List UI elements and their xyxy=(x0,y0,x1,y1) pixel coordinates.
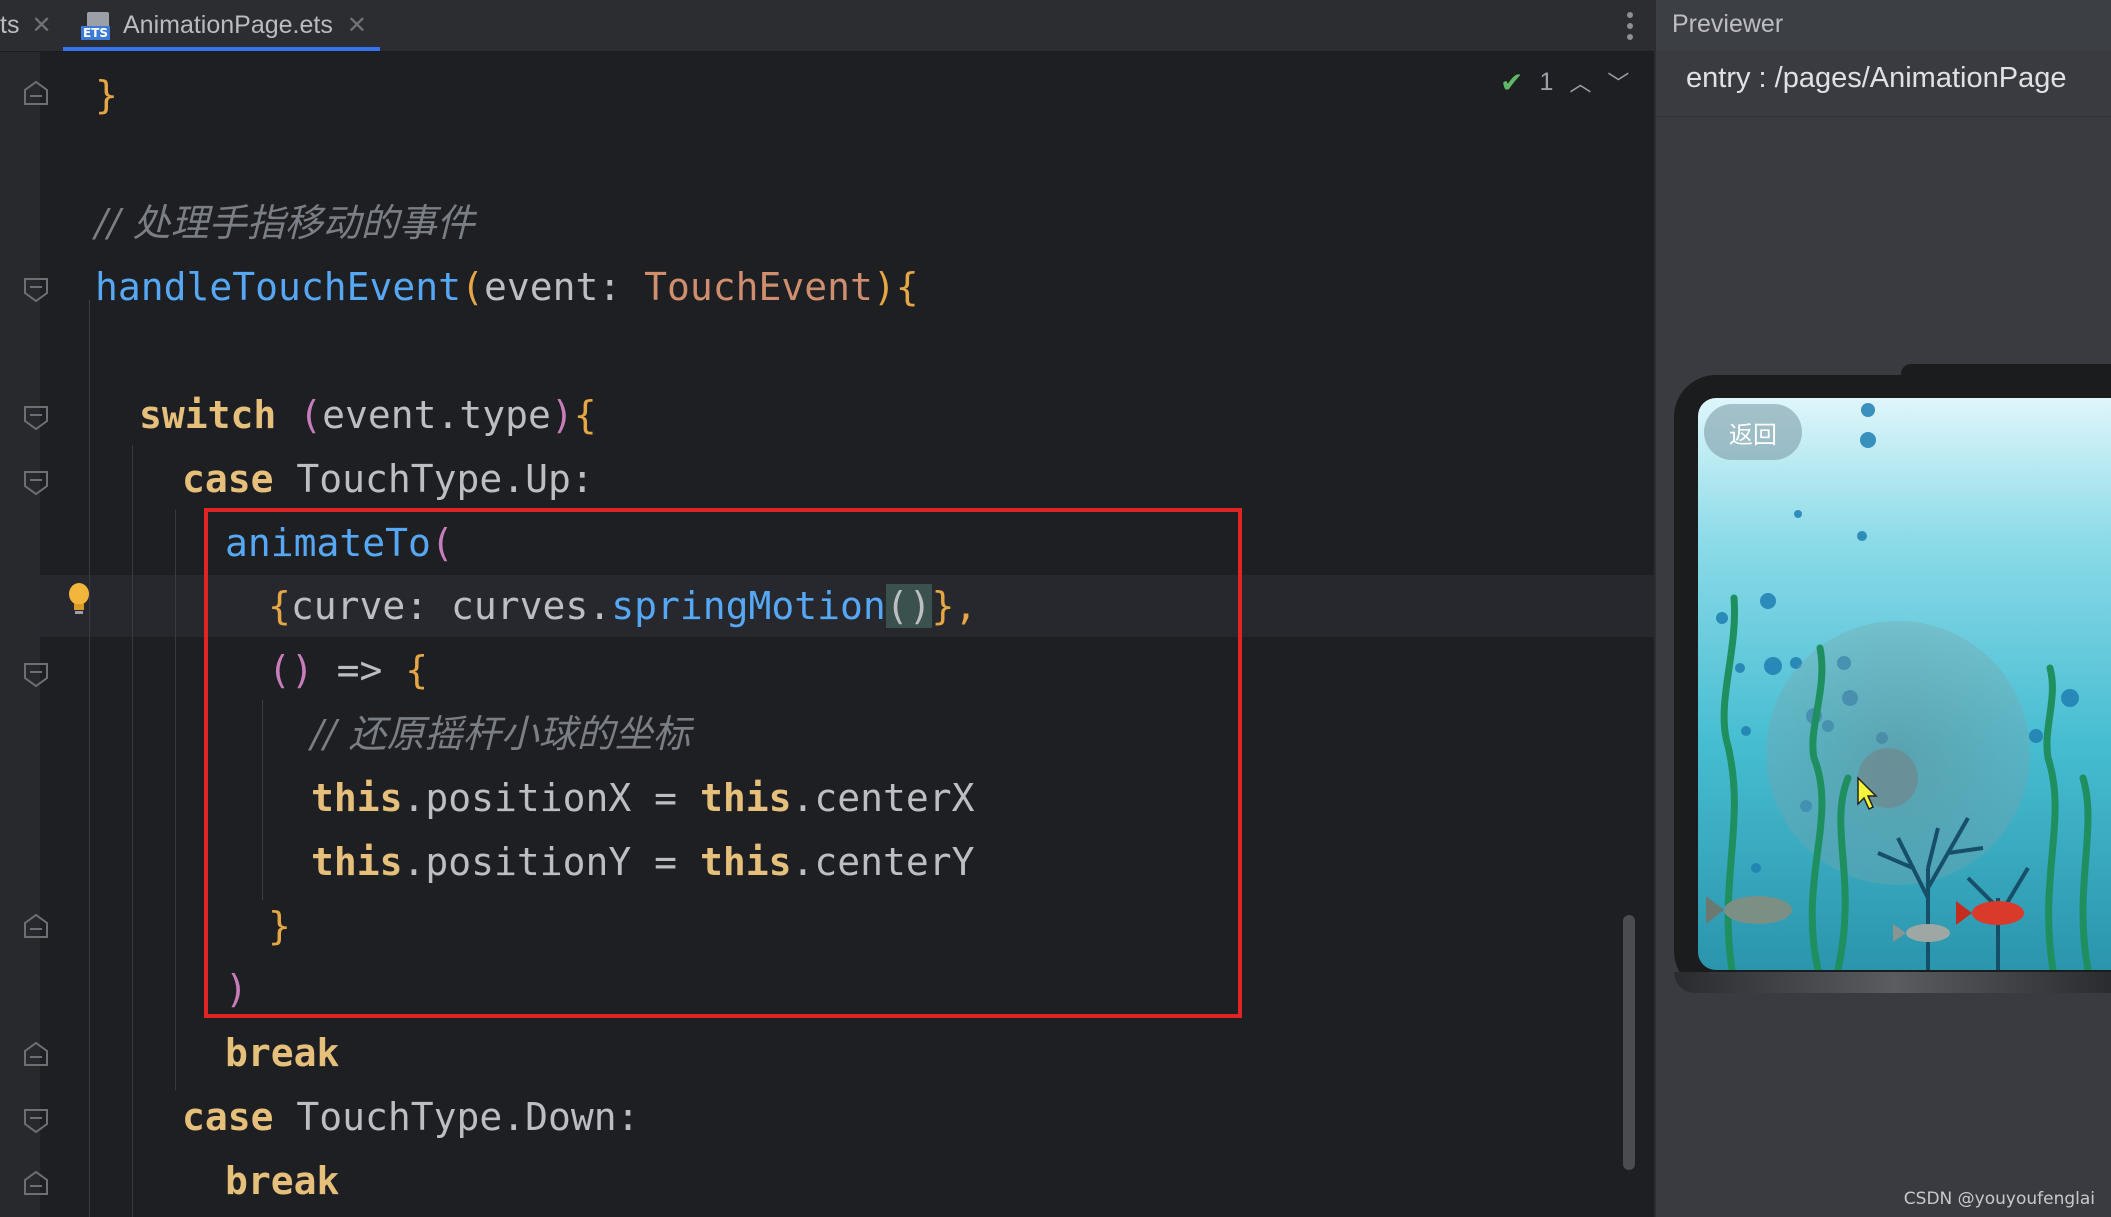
more-options-icon[interactable] xyxy=(1618,6,1642,46)
code-keyword: break xyxy=(225,1159,340,1203)
code-line[interactable]: // 处理手指移动的事件 xyxy=(95,192,475,254)
divider xyxy=(1656,116,2111,117)
fold-end-icon[interactable] xyxy=(23,80,49,106)
chevron-up-icon[interactable]: ︿ xyxy=(1569,66,1591,98)
fold-end-icon[interactable] xyxy=(23,1041,49,1067)
previewer-page-path: entry : /pages/AnimationPage xyxy=(1686,62,2067,94)
watermark: CSDN @youyoufenglai xyxy=(1903,1189,2095,1209)
code-line[interactable]: break xyxy=(225,1022,339,1084)
tab-animation-page[interactable]: ETS AnimationPage.ets ✕ xyxy=(63,0,380,51)
code-token: ) xyxy=(872,265,896,309)
code-token: { xyxy=(895,265,919,309)
editor-tab-bar: ts ✕ ETS AnimationPage.ets ✕ xyxy=(0,0,1654,52)
code-editor[interactable]: ts ✕ ETS AnimationPage.ets ✕ ✔ 1 ︿ ﹀ } /… xyxy=(0,0,1654,1217)
fold-start-icon[interactable] xyxy=(23,277,49,303)
previewer-header: Previewer xyxy=(1656,0,2111,51)
previewer-title: Previewer xyxy=(1672,10,1784,38)
chevron-down-icon[interactable]: ﹀ xyxy=(1607,66,1629,98)
code-line[interactable]: } xyxy=(95,64,118,126)
tab-label: AnimationPage.ets xyxy=(123,11,333,39)
code-keyword: case xyxy=(182,457,274,501)
indent-guide xyxy=(175,510,176,1090)
inspection-count: 1 xyxy=(1539,67,1554,96)
device-frame-bottom xyxy=(1674,972,2111,993)
fold-start-icon[interactable] xyxy=(23,405,49,431)
code-token: TouchType.Down: xyxy=(273,1095,640,1139)
ets-file-icon: ETS xyxy=(81,11,113,41)
code-line[interactable]: case TouchType.Up: xyxy=(182,448,594,510)
close-icon[interactable]: ✕ xyxy=(347,11,367,40)
editor-scrollbar[interactable] xyxy=(1623,915,1635,1170)
code-keyword: switch xyxy=(139,393,277,437)
tab-previous-file[interactable]: ts ✕ xyxy=(0,0,58,51)
code-keyword: break xyxy=(225,1031,340,1075)
code-keyword: case xyxy=(182,1095,274,1139)
code-line[interactable]: handleTouchEvent(event: TouchEvent){ xyxy=(95,256,919,318)
fold-end-icon[interactable] xyxy=(23,913,49,939)
fold-start-icon[interactable] xyxy=(23,470,49,496)
fold-start-icon[interactable] xyxy=(23,662,49,688)
lightbulb-icon[interactable] xyxy=(66,582,92,620)
indent-guide xyxy=(132,445,133,1217)
back-button[interactable]: 返回 xyxy=(1704,404,1802,460)
close-icon[interactable]: ✕ xyxy=(31,11,51,40)
code-comment: // 处理手指移动的事件 xyxy=(95,201,475,245)
aquarium-scene-image xyxy=(1706,403,2092,970)
tab-label: ts xyxy=(0,11,20,39)
code-token: event: xyxy=(483,265,645,309)
code-token: TouchType.Up: xyxy=(273,457,594,501)
code-token: ( xyxy=(461,265,484,309)
fold-end-icon[interactable] xyxy=(23,1170,49,1196)
code-token: } xyxy=(95,73,118,117)
code-token: TouchEvent xyxy=(644,265,873,309)
code-token: handleTouchEvent xyxy=(95,265,462,309)
code-line[interactable]: case TouchType.Down: xyxy=(182,1086,640,1148)
code-line[interactable]: switch (event.type){ xyxy=(139,384,597,446)
device-screen[interactable]: 返回 xyxy=(1698,398,2111,970)
code-line[interactable]: break xyxy=(225,1150,339,1212)
highlight-annotation-box xyxy=(204,508,1242,1018)
inspection-widget[interactable]: ✔ 1 ︿ ﹀ xyxy=(1500,64,1629,100)
indent-guide xyxy=(89,300,90,1217)
code-token: event.type xyxy=(322,393,551,437)
check-icon: ✔ xyxy=(1500,66,1524,98)
fold-start-icon[interactable] xyxy=(23,1108,49,1134)
previewer-panel: Previewer entry : /pages/AnimationPage 返… xyxy=(1654,0,2111,1217)
